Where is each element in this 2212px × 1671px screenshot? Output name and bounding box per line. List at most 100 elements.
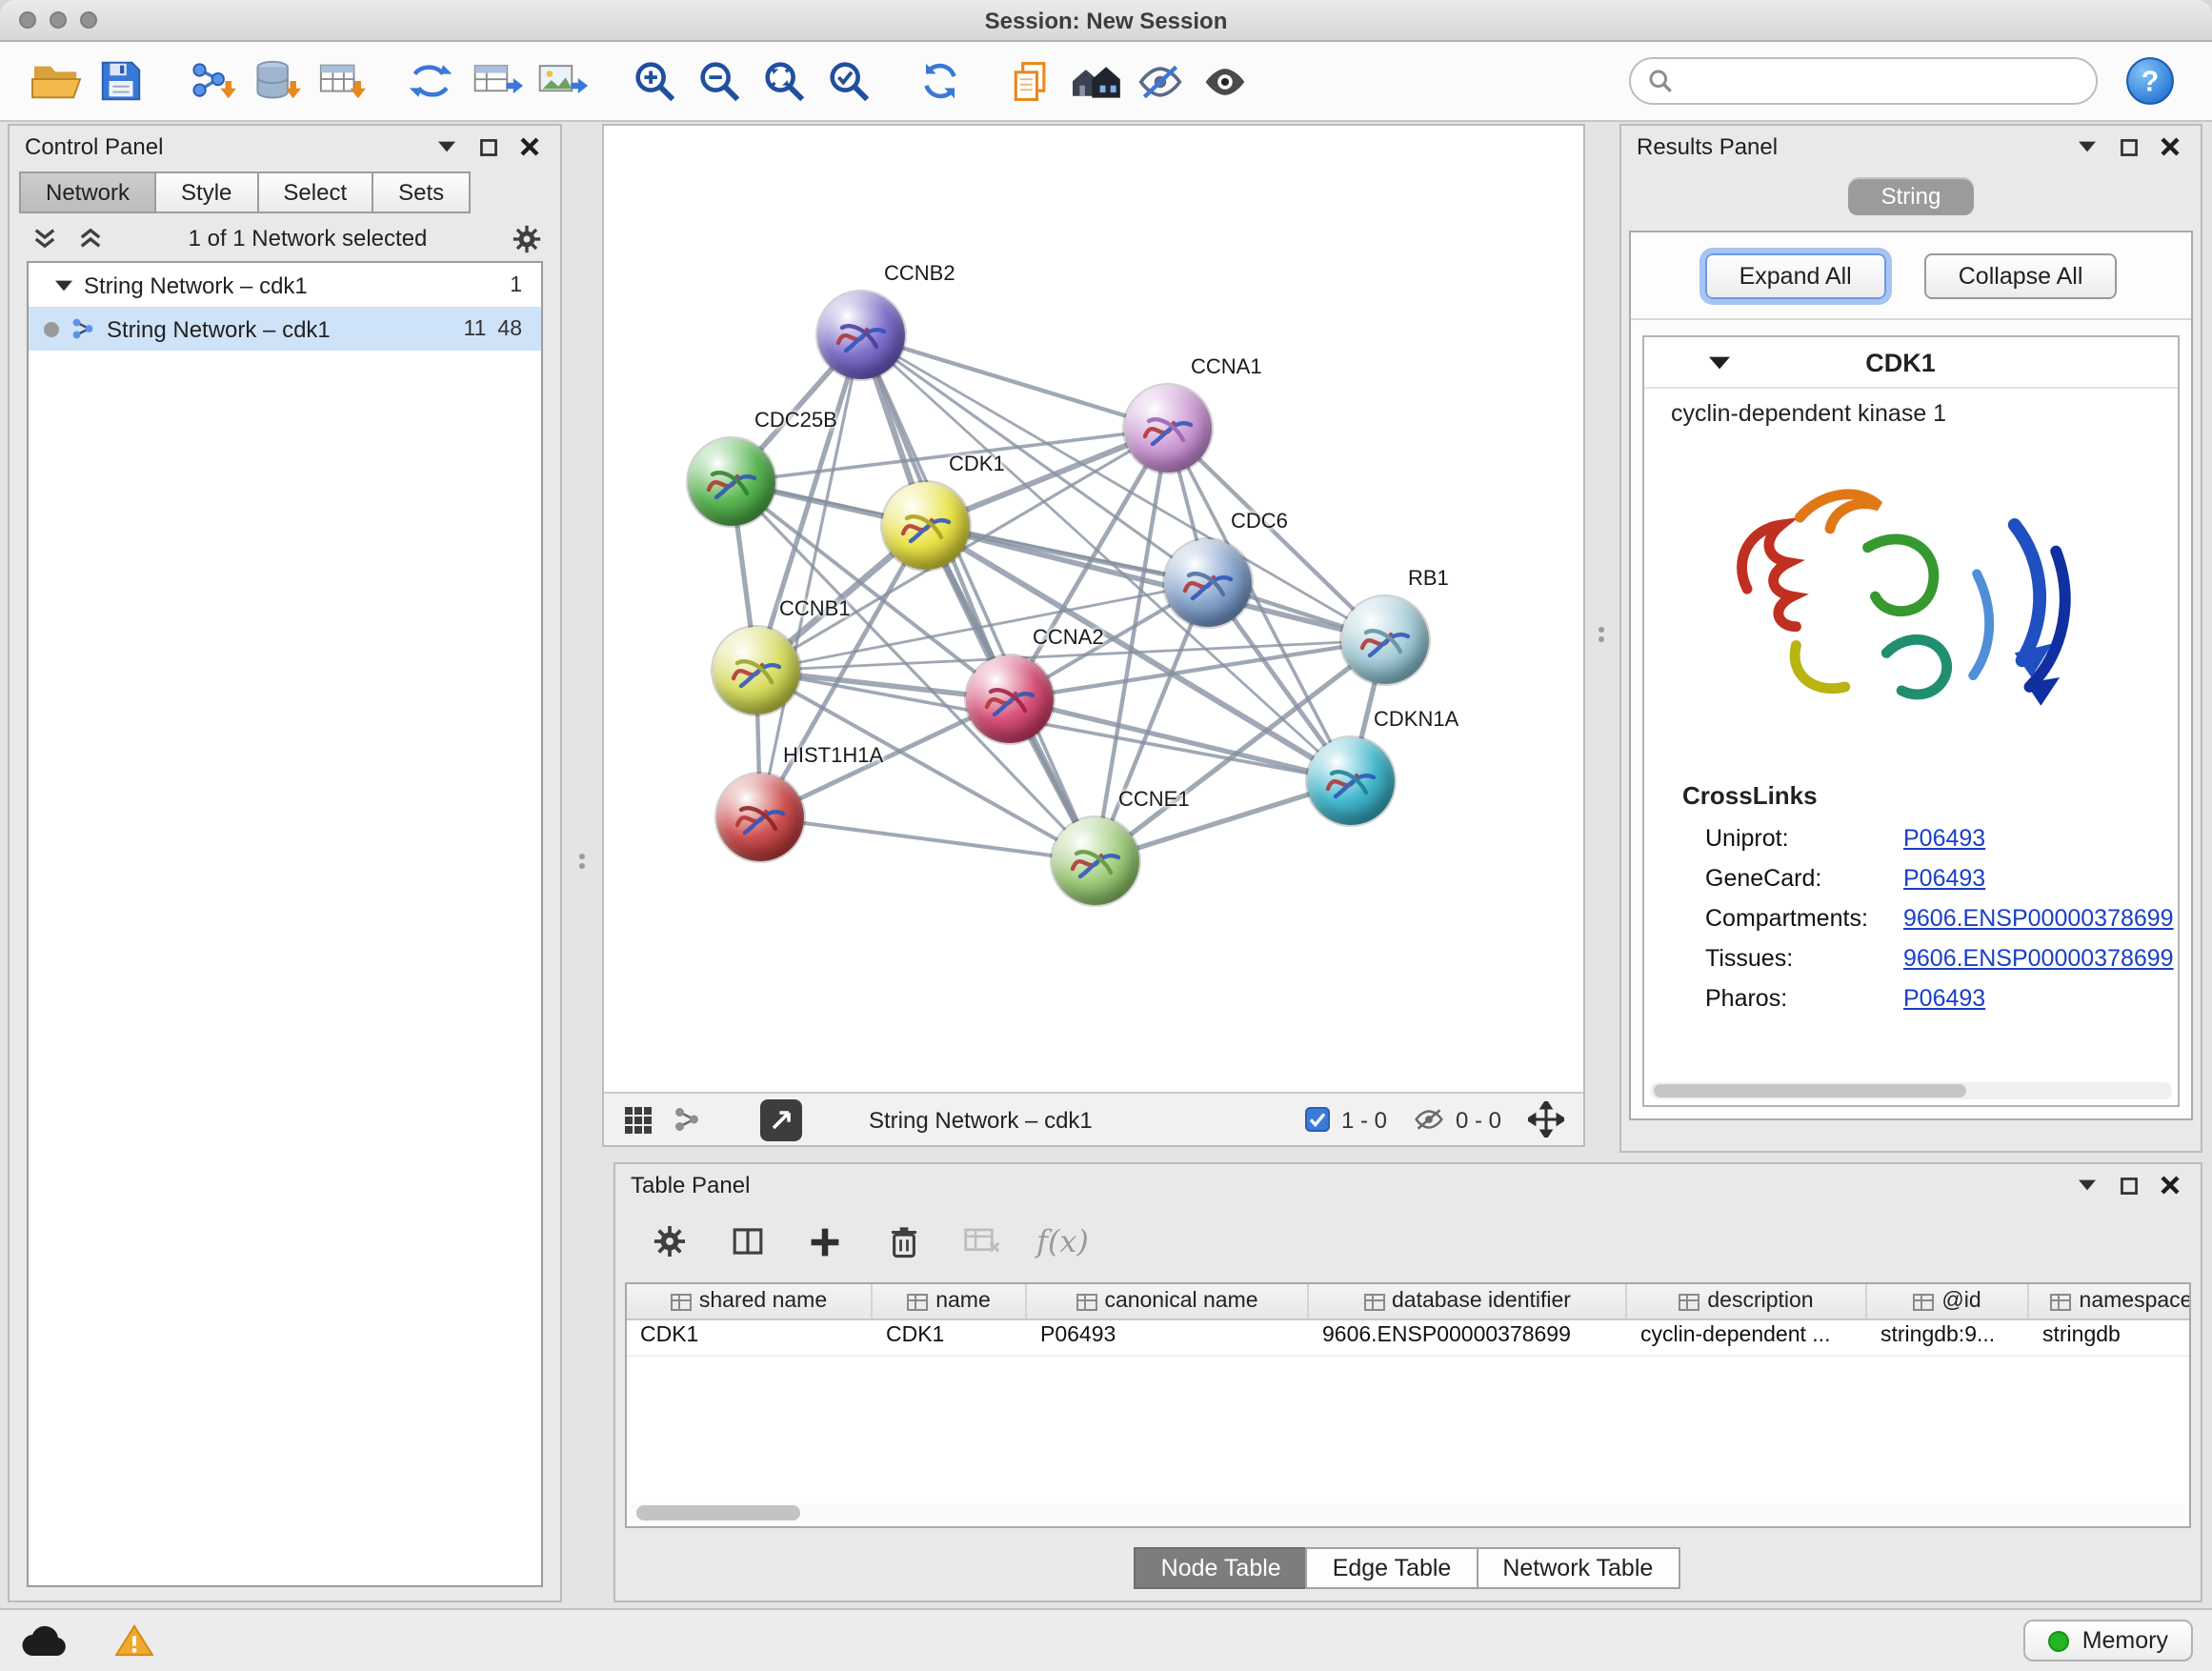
close-panel-icon[interactable] [2155, 131, 2185, 162]
collapse-all-button[interactable]: Collapse All [1924, 253, 2118, 299]
tab-node-table[interactable]: Node Table [1135, 1547, 1308, 1589]
network-collection-row[interactable]: String Network – cdk1 1 [29, 263, 541, 307]
open-session-button[interactable] [23, 47, 88, 115]
gear-icon[interactable] [511, 223, 541, 253]
network-node-CDC25B[interactable] [688, 438, 775, 526]
network-node-CCNB1[interactable] [713, 627, 800, 715]
table-cell[interactable]: CDK1 [873, 1320, 1027, 1355]
column-header-shared-name[interactable]: shared name [627, 1284, 873, 1319]
column-header-description[interactable]: description [1627, 1284, 1867, 1319]
expand-all-icon[interactable] [74, 223, 105, 253]
table-cell[interactable]: CDK1 [627, 1320, 873, 1355]
table-cell[interactable]: P06493 [1027, 1320, 1309, 1355]
apply-layout-button[interactable] [907, 47, 972, 115]
collapse-section-icon[interactable] [1709, 355, 1730, 369]
network-node-CDC6[interactable] [1164, 539, 1252, 627]
column-header--id[interactable]: @id [1867, 1284, 2029, 1319]
table-cell[interactable]: stringdb [2029, 1320, 2191, 1355]
collapse-all-icon[interactable] [29, 223, 59, 253]
memory-button[interactable]: Memory [2023, 1620, 2193, 1661]
network-edge[interactable] [861, 335, 1096, 861]
show-columns-button[interactable] [724, 1218, 770, 1264]
collapse-panel-icon[interactable] [431, 131, 461, 162]
delete-column-button[interactable] [880, 1218, 926, 1264]
table-settings-button[interactable] [646, 1218, 692, 1264]
zoom-fit-button[interactable] [751, 47, 815, 115]
close-panel-icon[interactable] [2155, 1170, 2185, 1200]
zoom-out-button[interactable] [686, 47, 751, 115]
network-view[interactable]: CCNB2CCNA1CDC25BCDK1CDC6RB1CCNB1CCNA2CDK… [602, 124, 1585, 1147]
tree-expander-icon[interactable] [55, 279, 72, 291]
network-node-CCNA2[interactable] [966, 655, 1054, 743]
new-network-from-selection-button[interactable] [400, 47, 465, 115]
cloud-status-icon[interactable] [19, 1625, 69, 1656]
import-network-database-button[interactable] [244, 47, 309, 115]
tab-style[interactable]: Style [154, 171, 258, 213]
float-panel-icon[interactable] [2113, 131, 2143, 162]
network-node-CDK1[interactable] [882, 482, 970, 570]
table-cell[interactable]: stringdb:9... [1867, 1320, 2029, 1355]
column-header-name[interactable]: name [873, 1284, 1027, 1319]
column-header-canonical-name[interactable]: canonical name [1027, 1284, 1309, 1319]
export-table-button[interactable] [465, 47, 530, 115]
network-edge[interactable] [760, 817, 1096, 861]
crosslink-link[interactable]: 9606.ENSP00000378699 [1903, 944, 2174, 971]
panel-splitter-handle[interactable] [577, 848, 587, 875]
zoom-selected-button[interactable] [815, 47, 880, 115]
float-panel-icon[interactable] [473, 131, 503, 162]
expand-all-button[interactable]: Expand All [1705, 253, 1886, 299]
tab-network-table[interactable]: Network Table [1476, 1547, 1679, 1589]
panel-splitter-handle[interactable] [1597, 621, 1606, 648]
hidden-elements-eye-icon[interactable] [1414, 1107, 1444, 1132]
tab-edge-table[interactable]: Edge Table [1306, 1547, 1478, 1589]
selected-nodes-checkbox-icon[interactable] [1305, 1107, 1330, 1132]
save-session-button[interactable] [88, 47, 152, 115]
birdseye-view-icon[interactable] [671, 1104, 701, 1135]
close-panel-icon[interactable] [514, 131, 545, 162]
function-builder-button[interactable]: f(x) [1036, 1223, 1089, 1259]
crosslink-link[interactable]: P06493 [1903, 984, 1985, 1011]
network-edge[interactable] [861, 335, 1168, 429]
crosslink-link[interactable]: P06493 [1903, 864, 1985, 891]
results-horizontal-scrollbar[interactable] [1650, 1082, 2172, 1099]
scrollbar-thumb[interactable] [636, 1505, 800, 1520]
import-network-file-button[interactable] [179, 47, 244, 115]
show-graphics-details-button[interactable] [1193, 47, 1257, 115]
collapse-panel-icon[interactable] [2071, 1170, 2101, 1200]
network-row[interactable]: String Network – cdk1 11 48 [29, 307, 541, 351]
table-horizontal-scrollbar[interactable] [631, 1503, 2185, 1522]
network-node-CCNB2[interactable] [817, 292, 905, 379]
network-node-CCNE1[interactable] [1052, 817, 1139, 905]
help-button[interactable]: ? [2121, 52, 2178, 110]
column-header-namespace[interactable]: namespace [2029, 1284, 2191, 1319]
table-cell[interactable]: cyclin-dependent ... [1627, 1320, 1867, 1355]
crosslink-link[interactable]: P06493 [1903, 824, 1985, 851]
zoom-in-button[interactable] [621, 47, 686, 115]
network-node-CCNA1[interactable] [1124, 385, 1212, 473]
tab-network[interactable]: Network [19, 171, 156, 213]
export-image-button[interactable] [530, 47, 594, 115]
float-panel-icon[interactable] [2113, 1170, 2143, 1200]
tab-select[interactable]: Select [256, 171, 373, 213]
network-canvas[interactable]: CCNB2CCNA1CDC25BCDK1CDC6RB1CCNB1CCNA2CDK… [604, 126, 1583, 1092]
table-cell[interactable]: 9606.ENSP00000378699 [1309, 1320, 1627, 1355]
hide-graphics-details-button[interactable] [1128, 47, 1193, 115]
import-table-file-button[interactable] [309, 47, 373, 115]
add-column-button[interactable] [802, 1218, 848, 1264]
collapse-panel-icon[interactable] [2071, 131, 2101, 162]
minimize-window-button[interactable] [50, 11, 67, 29]
column-header-database-identifier[interactable]: database identifier [1309, 1284, 1627, 1319]
network-node-CDKN1A[interactable] [1307, 737, 1395, 825]
grid-icon[interactable] [623, 1104, 654, 1135]
network-node-HIST1H1A[interactable] [716, 774, 804, 861]
tab-sets[interactable]: Sets [372, 171, 471, 213]
cybrowser-button[interactable] [1063, 47, 1128, 115]
crosslink-link[interactable]: 9606.ENSP00000378699 [1903, 904, 2174, 931]
maximize-window-button[interactable] [80, 11, 97, 29]
gene-section-header[interactable]: CDK1 [1644, 337, 2178, 389]
search-input[interactable] [1682, 68, 2079, 94]
open-in-window-button[interactable] [760, 1098, 802, 1140]
table-row[interactable]: CDK1CDK1P064939606.ENSP00000378699cyclin… [627, 1320, 2189, 1357]
warning-status-icon[interactable] [111, 1625, 156, 1656]
annotations-button[interactable] [998, 47, 1063, 115]
